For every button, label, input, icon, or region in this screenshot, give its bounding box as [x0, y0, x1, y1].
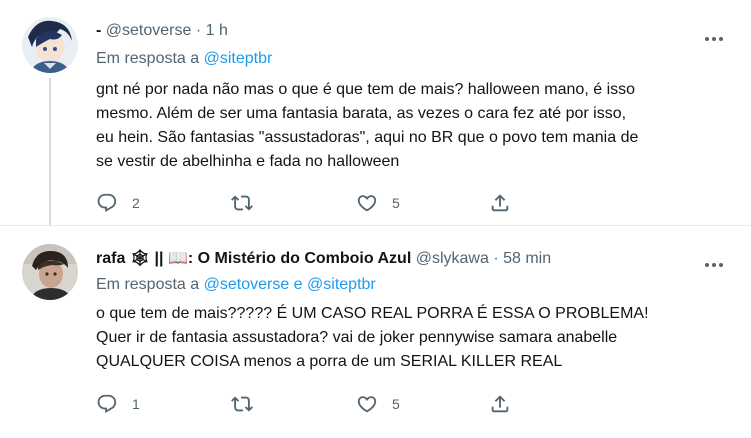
tweet-setoverse[interactable]: - @setoverse · 1 h Em resposta a @sitept… — [0, 0, 751, 225]
reply-context: Em resposta a @siteptbr — [96, 50, 272, 68]
mention-link[interactable]: @setoverse — [204, 276, 290, 293]
reply-count: 2 — [132, 195, 140, 211]
display-name[interactable]: - — [96, 22, 101, 39]
share-button[interactable] — [489, 392, 511, 416]
like-button[interactable]: 5 — [356, 191, 400, 215]
action-bar: 2 5 — [96, 191, 636, 215]
timestamp[interactable]: 1 h — [206, 22, 228, 39]
like-count: 5 — [392, 396, 400, 412]
tweet-slykawa[interactable]: rafa 🕸 || 📖: O Mistério do Comboio Azul … — [0, 225, 751, 438]
reply-count: 1 — [132, 396, 140, 412]
reply-prefix: Em resposta a — [96, 276, 200, 293]
like-icon — [357, 195, 377, 212]
mention-link[interactable]: @siteptbr — [204, 50, 273, 67]
avatar[interactable] — [22, 17, 78, 73]
share-icon — [491, 395, 509, 413]
mention-conjunction: e — [293, 276, 303, 293]
timestamp[interactable]: 58 min — [503, 250, 551, 267]
share-button[interactable] — [489, 191, 511, 215]
separator-dot: · — [493, 250, 499, 267]
user-handle[interactable]: @slykawa — [416, 250, 489, 267]
reply-context: Em resposta a @setoverse e @siteptbr — [96, 276, 376, 294]
retweet-icon — [231, 195, 253, 211]
more-icon[interactable] — [705, 28, 729, 41]
like-icon — [357, 396, 377, 413]
mention-link[interactable]: @siteptbr — [307, 276, 376, 293]
share-icon — [491, 194, 509, 212]
avatar[interactable] — [22, 244, 78, 300]
retweet-button[interactable] — [231, 191, 267, 215]
action-bar: 1 5 — [96, 392, 636, 416]
like-button[interactable]: 5 — [356, 392, 400, 416]
reply-icon — [97, 394, 117, 413]
retweet-button[interactable] — [231, 392, 267, 416]
reply-icon — [97, 193, 117, 212]
thread-line — [49, 78, 51, 225]
tweet-header: rafa 🕸 || 📖: O Mistério do Comboio Azul … — [96, 248, 551, 268]
tweet-text: gnt né por nada não mas o que é que tem … — [96, 81, 639, 170]
user-handle[interactable]: @setoverse — [106, 22, 192, 39]
reply-prefix: Em resposta a — [96, 50, 200, 67]
display-name[interactable]: rafa 🕸 || 📖: O Mistério do Comboio Azul — [96, 250, 411, 267]
retweet-icon — [231, 396, 253, 412]
tweet-header: - @setoverse · 1 h — [96, 22, 228, 40]
like-count: 5 — [392, 195, 400, 211]
tweet-text: o que tem de mais????? É UM CASO REAL PO… — [96, 305, 649, 370]
reply-button[interactable]: 2 — [96, 191, 140, 215]
reply-button[interactable]: 1 — [96, 392, 140, 416]
separator-dot: · — [195, 22, 202, 39]
more-icon[interactable] — [705, 254, 729, 267]
